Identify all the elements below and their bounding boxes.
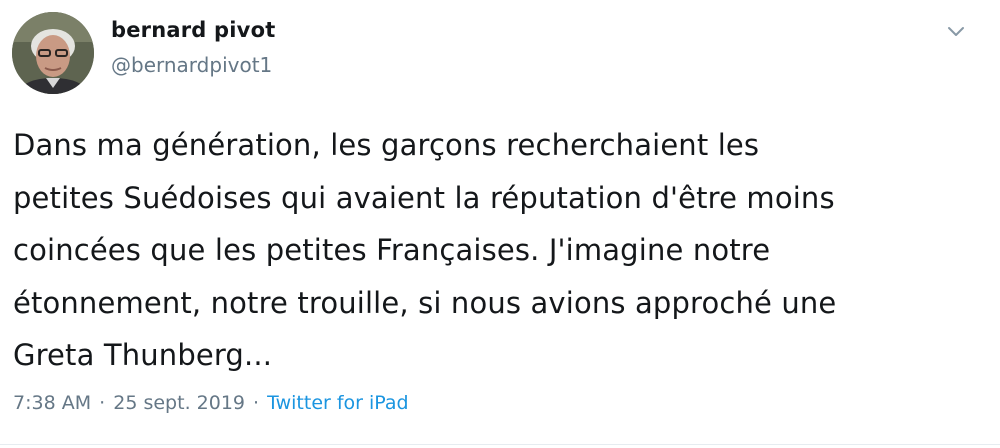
tweet-text-line: petites Suédoises qui avaient la réputat… bbox=[13, 180, 835, 215]
tweet-text-line: étonnement, notre trouille, si nous avio… bbox=[13, 285, 837, 320]
tweet-text-line: Greta Thunberg... bbox=[13, 338, 273, 372]
tweet-date[interactable]: 25 sept. 2019 bbox=[113, 392, 245, 414]
tweet-text-line: coincées que les petites Françaises. J'i… bbox=[13, 233, 771, 267]
meta-separator: · bbox=[253, 392, 260, 414]
meta-separator: · bbox=[99, 392, 106, 414]
tweet-text: Dans ma génération, les garçons recherch… bbox=[13, 119, 988, 382]
tweet-card[interactable]: bernard pivot @bernardpivot1 Dans ma gén… bbox=[0, 0, 1000, 448]
divider bbox=[0, 444, 1000, 445]
author-display-name[interactable]: bernard pivot bbox=[111, 18, 275, 42]
tweet-time[interactable]: 7:38 AM bbox=[13, 392, 91, 414]
tweet-meta: 7:38 AM · 25 sept. 2019 · Twitter for iP… bbox=[13, 392, 409, 414]
chevron-down-icon[interactable] bbox=[944, 22, 968, 42]
profile-photo-icon bbox=[12, 12, 94, 94]
avatar[interactable] bbox=[12, 12, 94, 94]
tweet-text-line: Dans ma génération, les garçons recherch… bbox=[13, 128, 760, 162]
tweet-source-link[interactable]: Twitter for iPad bbox=[267, 392, 408, 414]
author-handle[interactable]: @bernardpivot1 bbox=[111, 53, 272, 77]
